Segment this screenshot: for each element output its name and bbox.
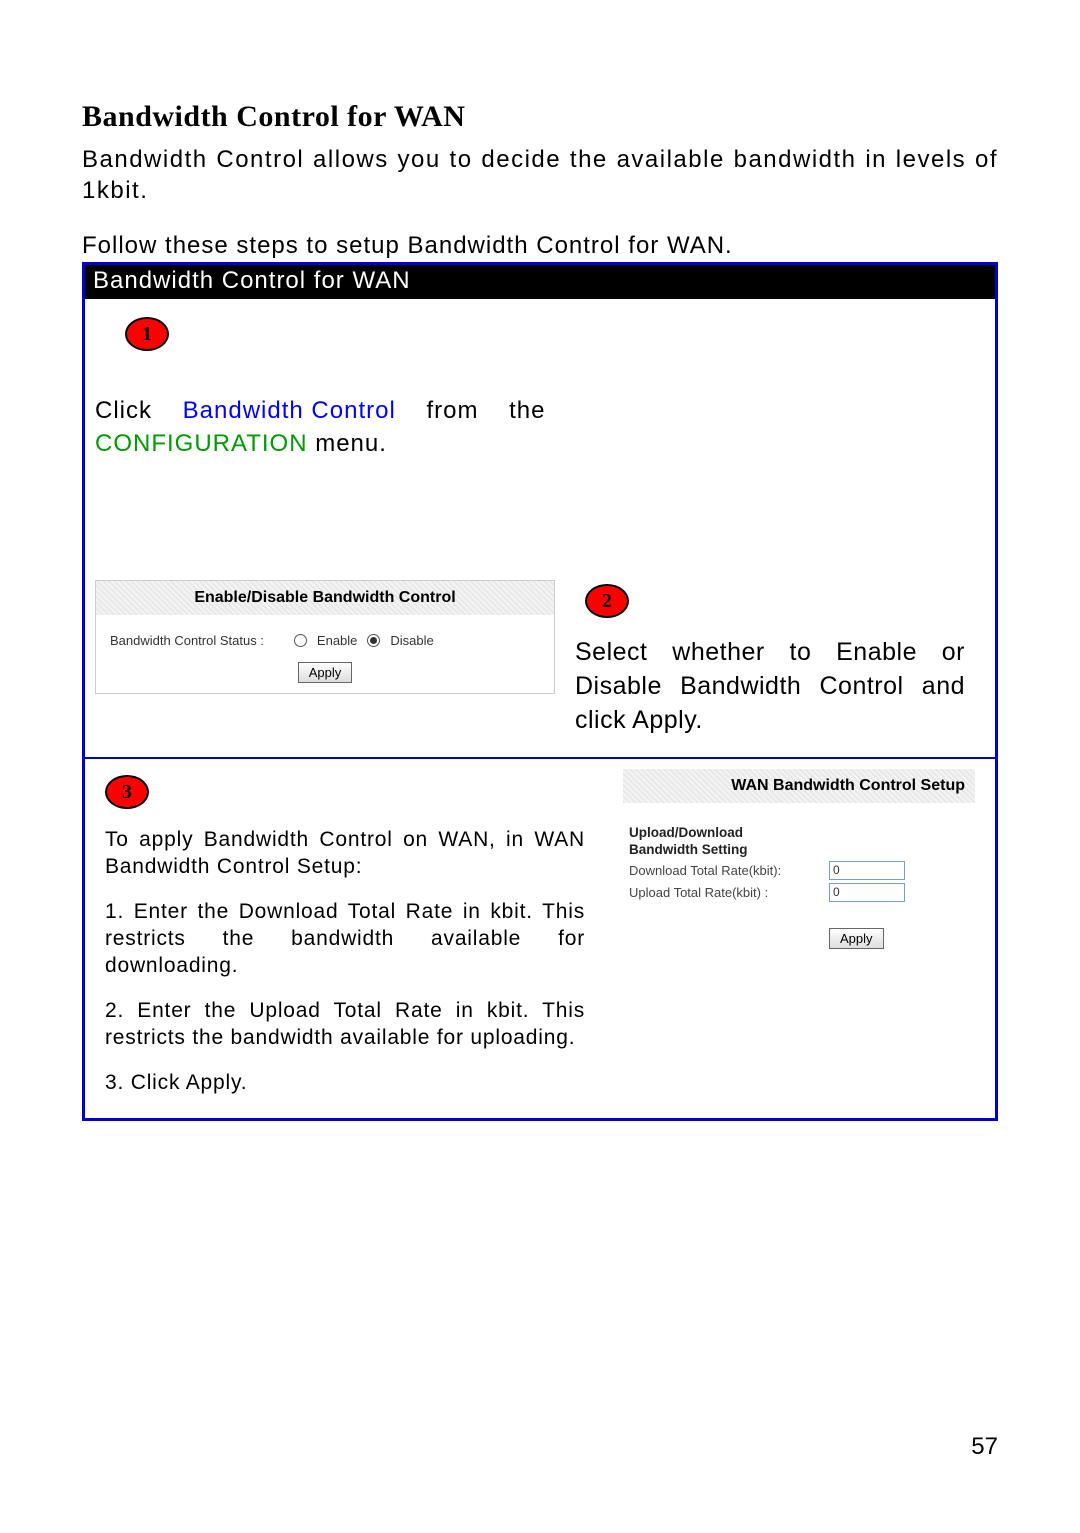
ud-line2: Bandwidth Setting: [629, 842, 748, 857]
radio-disable-label: Disable: [390, 633, 433, 648]
step-1-text: Click Bandwidth Control from the CONFIGU…: [95, 395, 565, 460]
menu-configuration: CONFIGURATION: [95, 430, 308, 457]
main-box-content: 1 Click Bandwidth Control from the CONFI…: [85, 299, 995, 1118]
step-1-badge: 1: [125, 317, 169, 351]
step-3-p4: 3. Click Apply.: [105, 1070, 585, 1097]
radio-disable[interactable]: [367, 634, 380, 647]
main-box-header: Bandwidth Control for WAN: [85, 265, 995, 299]
ud-line1: Upload/Download: [629, 825, 743, 840]
download-rate-input[interactable]: [829, 861, 905, 880]
step-2-badge: 2: [585, 584, 629, 618]
follow-text: Follow these steps to setup Bandwidth Co…: [82, 232, 998, 260]
word-from: from: [426, 397, 478, 424]
step-3-p3: 2. Enter the Upload Total Rate in kbit. …: [105, 998, 585, 1052]
step-3-badge: 3: [105, 775, 149, 809]
step-3-row: 3 To apply Bandwidth Control on WAN, in …: [95, 759, 985, 1106]
intro-text: Bandwidth Control allows you to decide t…: [82, 144, 998, 206]
step-3-p1: To apply Bandwidth Control on WAN, in WA…: [105, 827, 585, 881]
apply-button-top[interactable]: Apply: [298, 662, 353, 683]
step-1-row: 1 Click Bandwidth Control from the CONFI…: [95, 317, 985, 460]
upload-download-title: Upload/Download Bandwidth Setting: [629, 825, 975, 857]
step-2-text: Select whether to Enable or Disable Band…: [575, 636, 965, 737]
enable-disable-header: Enable/Disable Bandwidth Control: [96, 581, 554, 615]
upload-rate-label: Upload Total Rate(kbit) :: [629, 885, 819, 900]
status-label: Bandwidth Control Status :: [110, 633, 264, 648]
download-rate-label: Download Total Rate(kbit):: [629, 863, 819, 878]
status-row: Bandwidth Control Status : Enable Disabl…: [110, 633, 540, 648]
enable-disable-panel: Enable/Disable Bandwidth Control Bandwid…: [95, 580, 555, 694]
radio-enable-label: Enable: [317, 633, 357, 648]
download-rate-row: Download Total Rate(kbit):: [629, 861, 975, 880]
word-click: Click: [95, 397, 152, 424]
apply-button-bottom[interactable]: Apply: [829, 928, 884, 949]
link-bandwidth-control[interactable]: Bandwidth Control: [183, 397, 396, 424]
word-the: the: [509, 397, 545, 424]
page-title: Bandwidth Control for WAN: [82, 100, 998, 134]
page-number: 57: [971, 1433, 998, 1461]
upload-rate-row: Upload Total Rate(kbit) :: [629, 883, 975, 902]
wan-setup-panel: WAN Bandwidth Control Setup Upload/Downl…: [623, 769, 975, 948]
word-menu: menu.: [315, 430, 387, 457]
wan-setup-header: WAN Bandwidth Control Setup: [623, 769, 975, 803]
step-2-row: Enable/Disable Bandwidth Control Bandwid…: [95, 580, 985, 737]
radio-enable[interactable]: [294, 634, 307, 647]
step-3-p2: 1. Enter the Download Total Rate in kbit…: [105, 899, 585, 980]
upload-rate-input[interactable]: [829, 883, 905, 902]
main-box: Bandwidth Control for WAN 1 Click Bandwi…: [82, 262, 998, 1121]
